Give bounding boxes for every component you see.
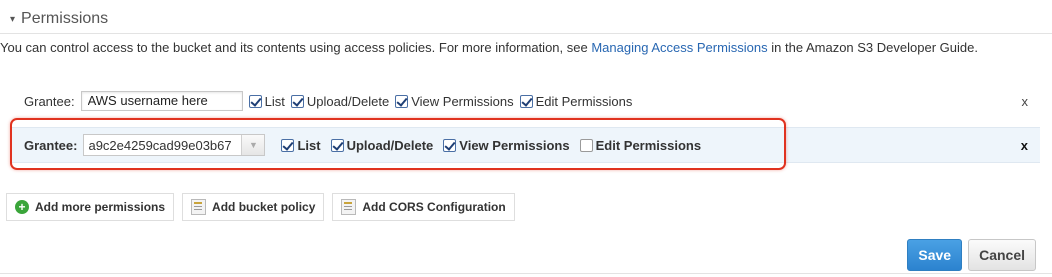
permission-label: List	[297, 137, 321, 153]
checkbox-checked-icon[interactable]	[519, 94, 533, 108]
permission-label: Edit Permissions	[535, 93, 633, 109]
add-bucket-policy-button[interactable]: Add bucket policy	[182, 193, 325, 221]
button-label: Add CORS Configuration	[362, 200, 506, 214]
cancel-button[interactable]: Cancel	[968, 239, 1036, 271]
section-title: Permissions	[21, 10, 109, 27]
permission-upload-delete-checkbox[interactable]: Upload/Delete	[290, 93, 390, 109]
checkbox-checked-icon[interactable]	[248, 94, 262, 108]
grantee-select-value: a9c2e4259cad99e03b67	[88, 137, 232, 153]
button-label: Add more permissions	[35, 200, 166, 214]
divider	[0, 273, 1052, 274]
permission-list-checkbox[interactable]: List	[281, 137, 321, 153]
save-button[interactable]: Save	[907, 239, 963, 271]
checkbox-checked-icon[interactable]	[290, 94, 304, 108]
grantee-label: Grantee:	[24, 93, 75, 109]
permissions-action-bar: + Add more permissions Add bucket policy…	[6, 193, 523, 221]
grantee-label: Grantee:	[24, 137, 78, 153]
permission-list-checkbox[interactable]: List	[248, 93, 285, 109]
permission-edit-checkbox[interactable]: Edit Permissions	[579, 137, 702, 153]
grantee-row: Grantee: List Upload/Delete View Permiss…	[12, 84, 1040, 118]
add-more-permissions-button[interactable]: + Add more permissions	[6, 193, 175, 221]
permission-label: Edit Permissions	[595, 137, 702, 153]
permissions-section-toggle[interactable]: ▾ Permissions	[10, 8, 108, 30]
permission-edit-checkbox[interactable]: Edit Permissions	[519, 93, 633, 109]
grantee-row-selected: Grantee: a9c2e4259cad99e03b67 ▼ List Upl…	[12, 127, 1040, 163]
remove-grantee-button[interactable]: x	[1022, 94, 1029, 109]
grantee-input[interactable]	[80, 91, 243, 111]
checkbox-checked-icon[interactable]	[443, 138, 457, 152]
checkbox-checked-icon[interactable]	[281, 138, 295, 152]
policy-document-icon	[341, 199, 357, 215]
permission-label: View Permissions	[459, 137, 570, 153]
checkbox-checked-icon[interactable]	[395, 94, 409, 108]
managing-access-permissions-link[interactable]: Managing Access Permissions	[591, 40, 767, 55]
description-text: You can control access to the bucket and…	[0, 40, 1052, 55]
form-buttons: Save Cancel	[907, 239, 1036, 271]
description-intro: You can control access to the bucket and…	[0, 40, 592, 55]
permission-upload-delete-checkbox[interactable]: Upload/Delete	[330, 137, 434, 153]
permission-label: View Permissions	[411, 93, 514, 109]
add-circle-icon: +	[15, 200, 29, 214]
grantee-select[interactable]: a9c2e4259cad99e03b67 ▼	[83, 134, 266, 156]
permission-view-checkbox[interactable]: View Permissions	[395, 93, 514, 109]
checkbox-checked-icon[interactable]	[330, 138, 344, 152]
permission-label: Upload/Delete	[346, 137, 434, 153]
add-cors-configuration-button[interactable]: Add CORS Configuration	[332, 193, 515, 221]
checkbox-unchecked-icon[interactable]	[579, 138, 593, 152]
remove-grantee-button[interactable]: x	[1021, 138, 1028, 153]
button-label: Add bucket policy	[212, 200, 316, 214]
collapse-caret-icon: ▾	[10, 13, 16, 25]
description-outro: in the Amazon S3 Developer Guide.	[767, 40, 978, 55]
policy-document-icon	[191, 199, 207, 215]
permission-label: Upload/Delete	[306, 93, 390, 109]
dropdown-arrow-icon[interactable]: ▼	[241, 135, 265, 155]
divider	[0, 33, 1052, 34]
permission-view-checkbox[interactable]: View Permissions	[443, 137, 570, 153]
permission-label: List	[264, 93, 285, 109]
